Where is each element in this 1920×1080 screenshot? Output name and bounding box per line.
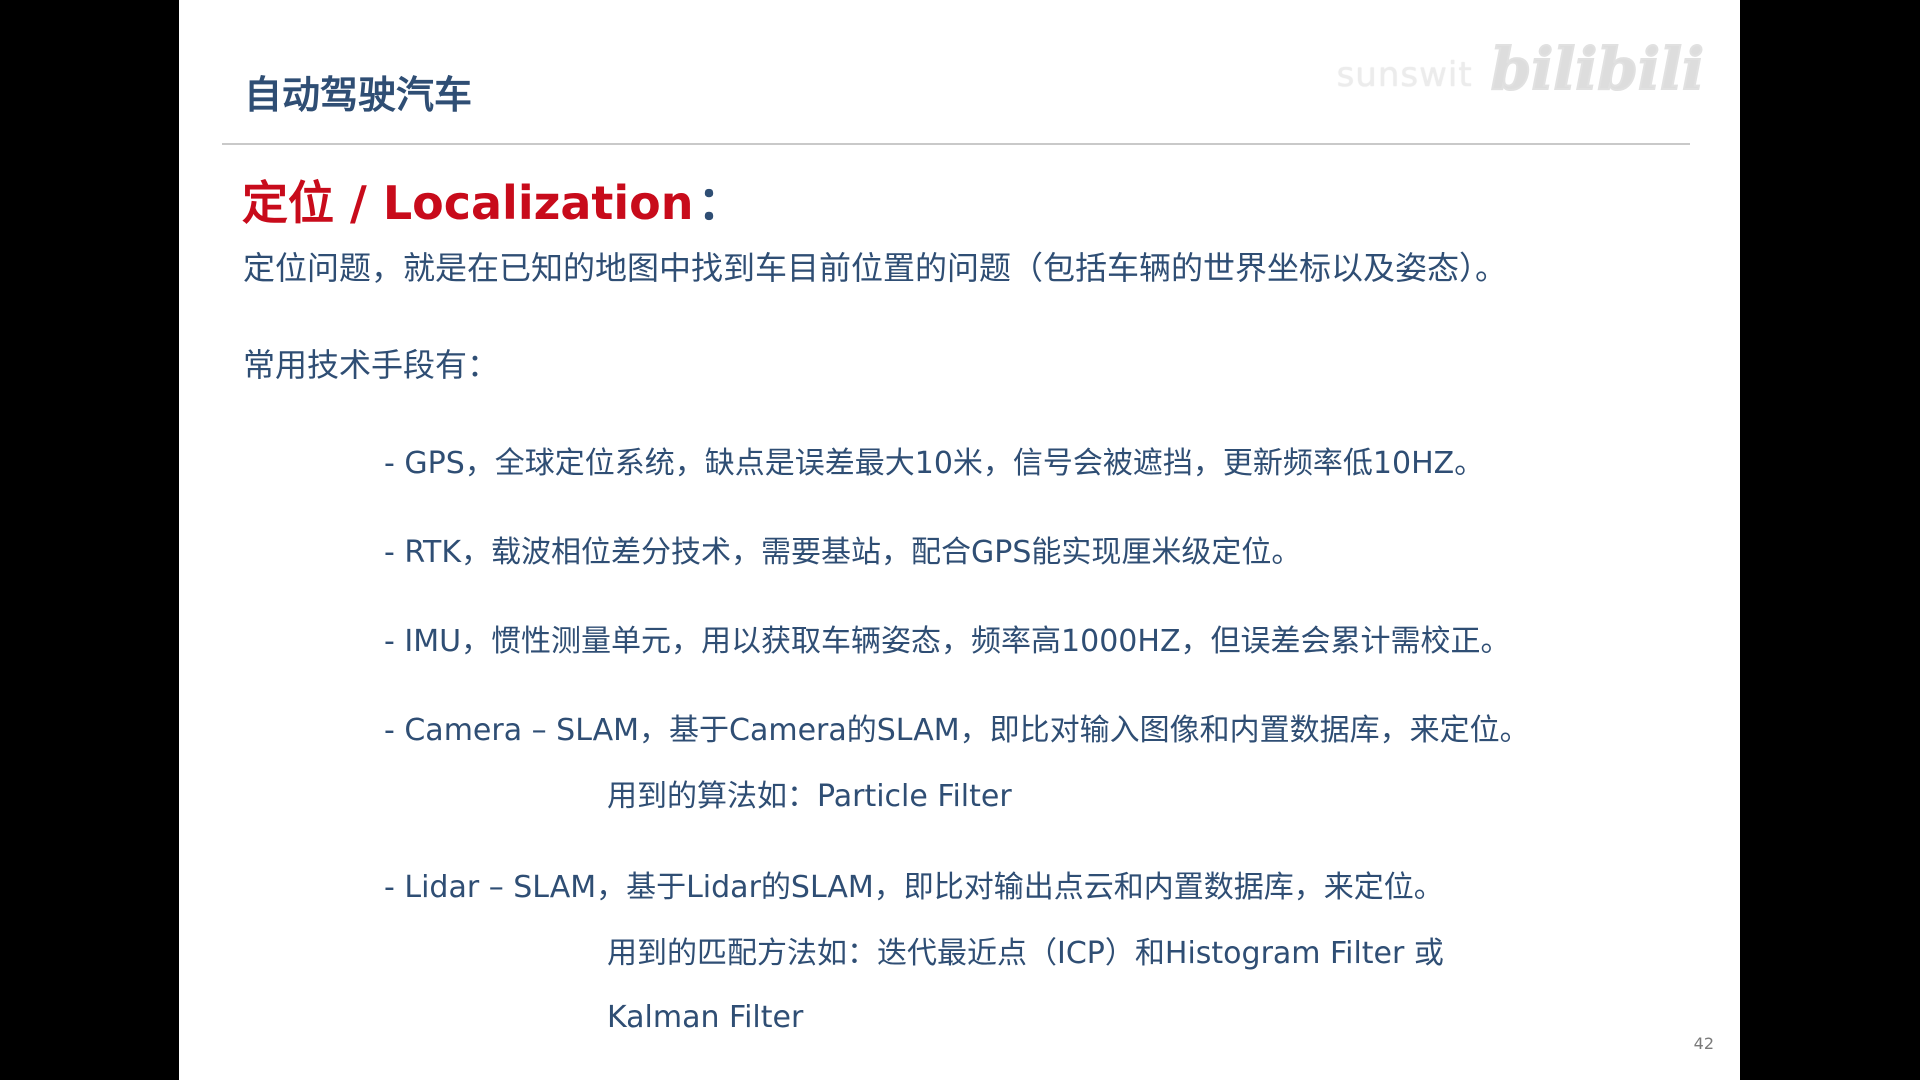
watermark-username: sunswit: [1336, 55, 1473, 95]
method-item-imu: - IMU，惯性测量单元，用以获取车辆姿态，频率高1000HZ，但误差会累计需校…: [384, 624, 1511, 659]
slide-title: 自动驾驶汽车: [244, 73, 473, 117]
camera-algorithms: 用到的算法如：Particle Filter: [607, 779, 1012, 814]
method-item-lidar-slam: - Lidar – SLAM，基于Lidar的SLAM，即比对输出点云和内置数据…: [384, 870, 1444, 905]
section-heading-colon: ：: [697, 176, 744, 230]
methods-title: 常用技术手段有：: [243, 346, 500, 384]
title-divider: [222, 143, 1690, 145]
lidar-algorithms-line2: Kalman Filter: [607, 1000, 804, 1035]
bilibili-watermark: sunswit bilibili: [1336, 28, 1705, 103]
bilibili-logo: bilibili: [1490, 35, 1705, 103]
section-description: 定位问题，就是在已知的地图中找到车目前位置的问题（包括车辆的世界坐标以及姿态）。: [243, 249, 1508, 287]
section-heading: 定位 / Localization：: [242, 180, 744, 226]
lidar-algorithms-line1: 用到的匹配方法如：迭代最近点（ICP）和Histogram Filter 或: [607, 936, 1444, 971]
slide: sunswit bilibili 自动驾驶汽车 定位 / Localizatio…: [179, 0, 1740, 1080]
page-number: 42: [1693, 1034, 1714, 1053]
method-item-rtk: - RTK，载波相位差分技术，需要基站，配合GPS能实现厘米级定位。: [384, 535, 1302, 570]
section-heading-text: 定位 / Localization: [242, 176, 694, 230]
method-item-camera-slam: - Camera – SLAM，基于Camera的SLAM，即比对输入图像和内置…: [384, 713, 1530, 748]
method-item-gps: - GPS，全球定位系统，缺点是误差最大10米，信号会被遮挡，更新频率低10HZ…: [384, 446, 1485, 481]
